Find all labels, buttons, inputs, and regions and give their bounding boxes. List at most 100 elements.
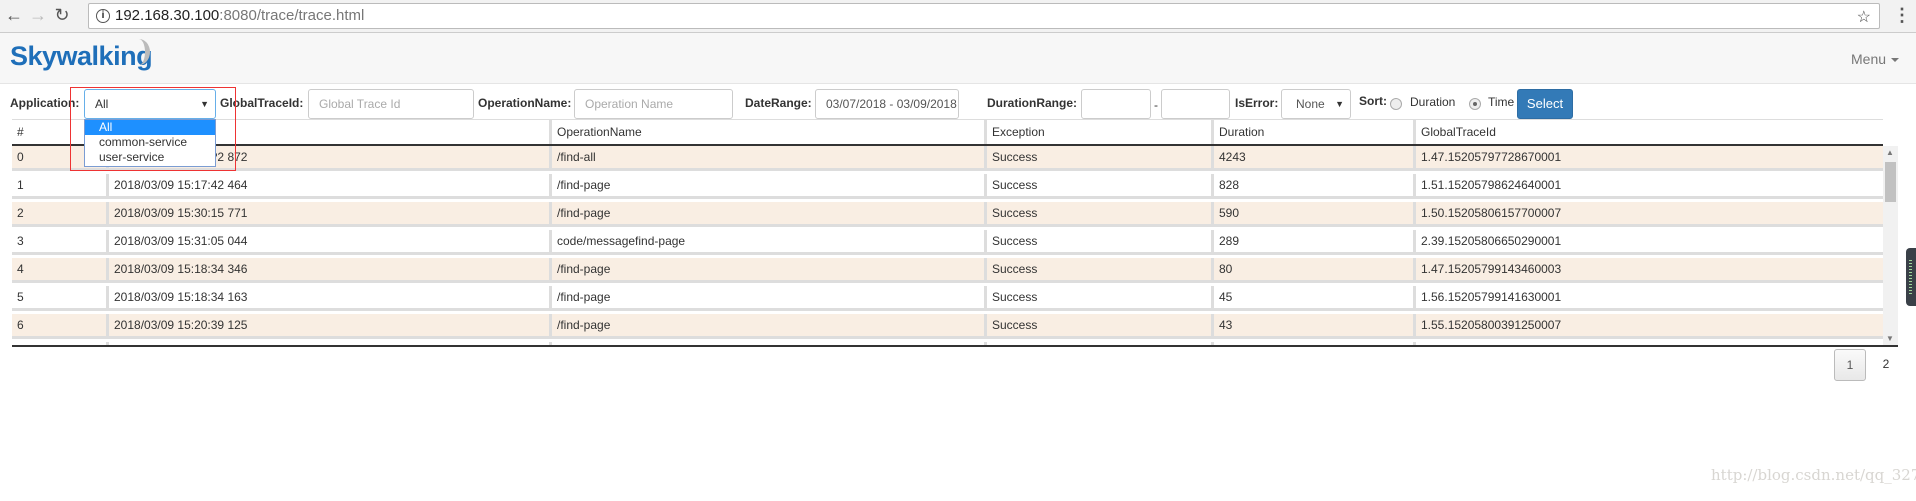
scroll-down-icon[interactable]: ▼: [1886, 334, 1894, 343]
url-path: :8080/trace/trace.html: [219, 7, 365, 24]
table-cell: /find-page: [549, 286, 984, 308]
table-cell: Success: [984, 258, 1211, 280]
duration-range-label: DurationRange:: [987, 96, 1077, 110]
table-cell: 2018/03/09 15:18:34 346: [106, 258, 549, 280]
table-cell: code/messagefind-page: [549, 230, 984, 252]
table-cell: Success: [984, 314, 1211, 336]
table-cell: 2018/03/09 15:20:39 125: [106, 314, 549, 336]
table-row[interactable]: [12, 342, 1883, 345]
trace-table: # OperationName Exception Duration GlobalTra…: [12, 119, 1898, 347]
table-cell: 1: [17, 178, 24, 192]
column-header[interactable]: Duration: [1211, 120, 1413, 144]
table-cell: Success: [984, 174, 1211, 196]
reload-icon[interactable]: ↻: [52, 5, 72, 26]
side-panel-handle[interactable]: [1906, 248, 1916, 306]
table-cell: 2.39.15205806650290001: [1413, 230, 1883, 252]
page-1-button[interactable]: 1: [1834, 349, 1866, 381]
table-cell: /find-page: [549, 202, 984, 224]
operation-name-label: OperationName:: [478, 96, 572, 110]
dropdown-arrow-icon: ▼: [1335, 99, 1344, 109]
is-error-label: IsError:: [1235, 96, 1279, 110]
table-cell: 2018/03/09 15:17:42 464: [106, 174, 549, 196]
range-dash: -: [1154, 98, 1158, 112]
address-bar[interactable]: i 192.168.30.100:8080/trace/trace.html ☆: [88, 3, 1880, 29]
table-row[interactable]: 1 2018/03/09 15:17:42 464/find-page Succes…: [12, 174, 1883, 199]
sort-time-label: Time: [1488, 95, 1515, 109]
table-cell: 5: [17, 290, 24, 304]
table-cell: 828: [1211, 174, 1413, 196]
sort-label: Sort:: [1359, 94, 1387, 108]
placeholder: Operation Name: [585, 97, 674, 111]
table-cell: 80: [1211, 258, 1413, 280]
sort-duration-label: Duration: [1410, 95, 1456, 109]
table-cell: 2018/03/09 15:31:05 044: [106, 230, 549, 252]
app-header: Skywalking Menu: [0, 33, 1916, 84]
sort-duration-radio[interactable]: [1390, 98, 1402, 110]
date-range-input[interactable]: 03/07/2018 - 03/09/2018: [815, 89, 959, 119]
date-range-label: DateRange:: [745, 96, 812, 110]
forward-icon[interactable]: →: [28, 5, 48, 26]
table-cell: 1.55.15205800391250007: [1413, 314, 1883, 336]
table-cell: 2018/03/09 15:30:15 771: [106, 202, 549, 224]
column-header[interactable]: OperationName: [549, 120, 984, 144]
duration-min-input[interactable]: [1081, 89, 1151, 119]
menu-label: Menu: [1851, 51, 1887, 67]
table-cell: 1.51.15205798624640001: [1413, 174, 1883, 196]
table-row[interactable]: 5 2018/03/09 15:18:34 163/find-page Succes…: [12, 286, 1883, 311]
table-cell: 1.47.15205799143460003: [1413, 258, 1883, 280]
table-header: # OperationName Exception Duration GlobalTra…: [12, 119, 1883, 146]
table-cell: 4: [17, 262, 24, 276]
back-icon[interactable]: ←: [4, 5, 24, 26]
table-cell: /find-page: [549, 258, 984, 280]
duration-max-input[interactable]: [1161, 89, 1230, 119]
table-cell: 3: [17, 234, 24, 248]
is-error-select[interactable]: None ▼: [1281, 89, 1351, 119]
page-2-button[interactable]: 2: [1876, 349, 1896, 381]
table-cell: 1.50.15205806157700007: [1413, 202, 1883, 224]
table-cell: 1.56.15205799141630001: [1413, 286, 1883, 308]
column-header[interactable]: Exception: [984, 120, 1211, 144]
table-cell: [12, 342, 106, 345]
table-cell: [1413, 342, 1883, 345]
select-button[interactable]: Select: [1517, 89, 1573, 119]
operation-name-input[interactable]: Operation Name: [574, 89, 733, 119]
table-cell: 1.47.15205797728670001: [1413, 146, 1883, 168]
skywalking-logo[interactable]: Skywalking: [10, 39, 153, 72]
table-row[interactable]: 3 2018/03/09 15:31:05 044 code/messagefind…: [12, 230, 1883, 255]
sort-time-radio[interactable]: [1469, 98, 1481, 110]
table-row[interactable]: 6 2018/03/09 15:20:39 125/find-page Succes…: [12, 314, 1883, 339]
table-row[interactable]: 2 2018/03/09 15:30:15 771/find-page Succes…: [12, 202, 1883, 227]
table-row[interactable]: 02018/03/09 15:1?:?2 872/find-allSuccess…: [12, 146, 1883, 171]
table-cell: 45: [1211, 286, 1413, 308]
table-body: 02018/03/09 15:1?:?2 872/find-allSuccess…: [12, 146, 1898, 345]
table-cell: 289: [1211, 230, 1413, 252]
table-scrollbar[interactable]: ▲ ▼: [1883, 146, 1898, 345]
info-icon[interactable]: i: [96, 9, 110, 23]
table-cell: [984, 342, 1211, 345]
table-cell: /find-all: [549, 146, 984, 168]
scrollbar-thumb[interactable]: [1885, 162, 1896, 202]
scroll-up-icon[interactable]: ▲: [1886, 148, 1894, 157]
browser-menu-icon[interactable]: ⋮: [1893, 5, 1911, 26]
application-label: Application:: [10, 96, 80, 110]
table-row[interactable]: 4 2018/03/09 15:18:34 346/find-page Succes…: [12, 258, 1883, 283]
is-error-value: None: [1296, 97, 1325, 111]
placeholder: Global Trace Id: [319, 97, 401, 111]
browser-toolbar: ← → ↻ i 192.168.30.100:8080/trace/trace.…: [0, 0, 1916, 33]
url-host: 192.168.30.100: [115, 7, 220, 24]
bookmark-star-icon[interactable]: ☆: [1857, 6, 1871, 30]
global-trace-id-input[interactable]: Global Trace Id: [308, 89, 474, 119]
table-cell: 6: [17, 318, 24, 332]
table-cell: 43: [1211, 314, 1413, 336]
table-cell: Success: [984, 230, 1211, 252]
menu-dropdown[interactable]: Menu: [1851, 51, 1900, 67]
table-cell: 2018/03/09 15:18:34 163: [106, 286, 549, 308]
date-range-value: 03/07/2018 - 03/09/2018: [826, 97, 957, 111]
table-cell: 4243: [1211, 146, 1413, 168]
table-cell: 2: [17, 206, 24, 220]
table-cell: [549, 342, 984, 345]
column-header[interactable]: GlobalTraceId: [1413, 120, 1883, 144]
table-cell: [1211, 342, 1413, 345]
table-cell: 590: [1211, 202, 1413, 224]
table-cell: Success: [984, 286, 1211, 308]
